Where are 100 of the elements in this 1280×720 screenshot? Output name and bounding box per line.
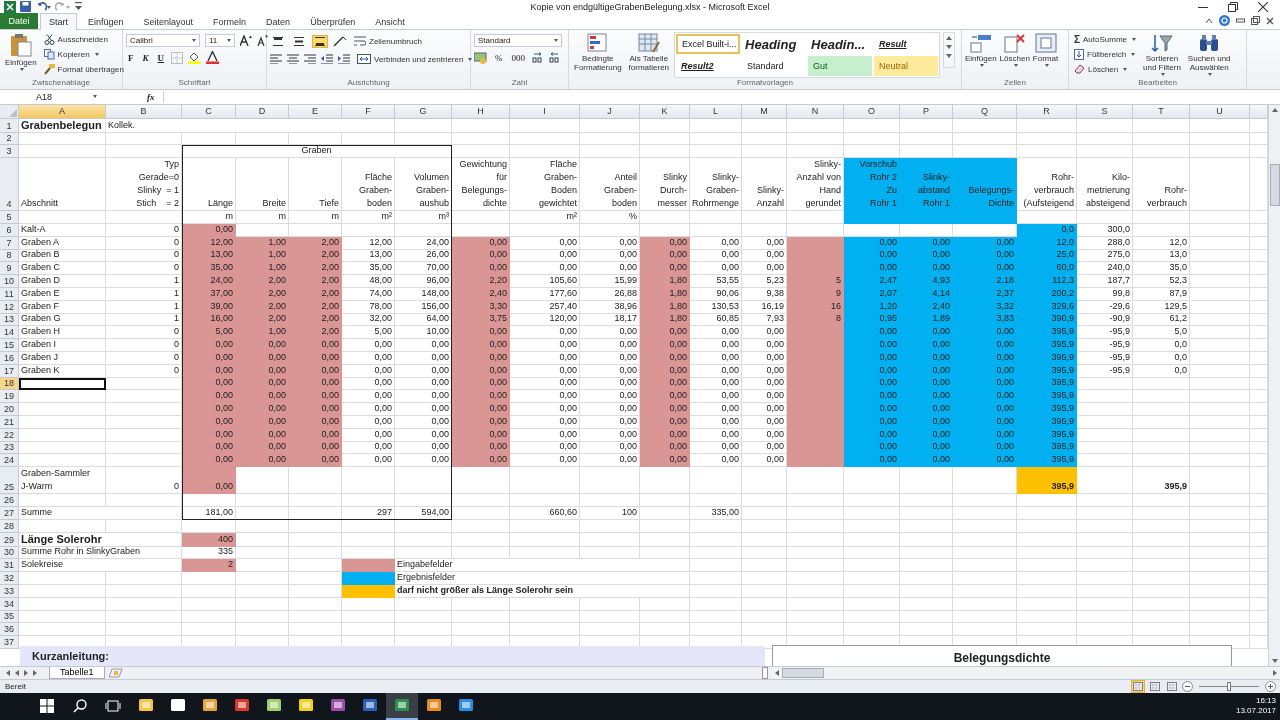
table-cell: 35,00 [182,262,236,276]
cell-style-item[interactable]: Excel Built-i... [676,34,741,55]
table-cell: Graben C [19,262,106,276]
table-cell: 2 [182,559,236,573]
row-header[interactable]: 11 [0,288,19,301]
name-box[interactable]: A18 [0,90,100,103]
table-cell: 0,00 [953,403,1017,416]
format-as-table-button[interactable]: Als Tabelle formatieren [626,32,672,74]
text-box[interactable]: Kurzanleitung: [20,645,765,666]
cell-style-item[interactable]: Neutral [874,56,939,77]
copy-button[interactable]: Kopieren [41,47,126,62]
row-header[interactable]: 20 [0,403,19,416]
cut-button[interactable]: Ausschneiden [41,32,126,47]
table-cell: 300,0 [1077,224,1133,237]
chart-frame[interactable]: Belegungsdichte [772,644,1232,666]
row-header[interactable]: 32 [0,572,19,585]
row-header[interactable]: 31 [0,559,19,573]
format-painter-button[interactable]: Format übertragen [41,62,126,77]
conditional-formatting-button[interactable]: Bedingte Formatierung [572,32,624,74]
table-cell: 0,00 [844,326,900,340]
table-cell: 129,5 [1133,300,1190,314]
table-cell: 0,00 [690,364,742,378]
row-header[interactable]: 26 [0,494,19,507]
row-header[interactable]: 37 [0,636,19,649]
row-header[interactable]: 9 [0,262,19,276]
autosum-button[interactable]: Σ AutoSumme [1072,32,1139,47]
cell-style-item[interactable]: Gut [808,56,873,77]
row-header[interactable]: 14 [0,326,19,340]
table-cell: 0,00 [342,428,395,442]
file-tab[interactable]: Datei [0,13,38,30]
cell-style-item[interactable]: Standard [742,56,807,77]
table-cell: 0,00 [510,390,580,404]
fill-button[interactable]: Füllbereich [1072,47,1139,62]
ribbon-tab[interactable]: Formeln [204,13,256,30]
find-select-button[interactable]: Suchen und Auswählen [1185,32,1233,78]
paste-button[interactable]: Einfügen [3,32,39,73]
clear-button[interactable]: Löschen [1072,62,1139,77]
table-cell: m [236,211,289,224]
merge-center-button[interactable]: Verbinden und zentrieren [355,52,475,67]
row-header[interactable]: 3 [0,145,19,159]
table-cell: Graben [182,145,452,159]
table-cell: 0 [106,467,182,495]
sort-filter-button[interactable]: Sortieren und Filtern [1141,32,1183,78]
delete-cells-button[interactable]: Löschen [999,32,1030,69]
italic-button[interactable]: K [140,51,151,65]
ribbon-tab[interactable]: Daten [257,13,300,30]
row-header[interactable]: 25 [0,467,19,495]
table-cell: 60,0 [1017,262,1077,276]
row-header[interactable]: 6 [0,224,19,237]
table-cell: 0 [106,352,182,365]
table-cell: Graben J [19,352,106,365]
percent-button[interactable]: % [493,51,505,65]
row-header[interactable]: 24 [0,454,19,468]
sheet-tab[interactable]: Tabelle1 [49,666,105,679]
group-label: Zwischenablage [31,78,91,90]
table-cell: Vorschub Rohr 2 Zu Rohr 1 [844,158,900,212]
row-header[interactable]: 15 [0,339,19,352]
table-cell: 0,0 [1133,364,1190,378]
row-header[interactable]: 19 [0,390,19,404]
format-cells-button[interactable]: Format [1032,32,1059,69]
table-cell: 0,00 [236,403,289,416]
table-cell: 0,00 [690,377,742,391]
row-header[interactable]: 4 [0,158,19,212]
cell-style-item[interactable]: Heading [742,34,807,55]
ribbon-tab[interactable]: Seitenlayout [134,13,203,30]
table-cell: 335,00 [690,506,742,520]
thousands-separator-button[interactable]: 000 [509,51,527,65]
font-size-field[interactable]: 11 [205,34,235,48]
table-cell: 0,00 [844,390,900,404]
table-cell: 32,00 [342,313,395,327]
table-cell: 0 [106,326,182,340]
table-cell: 12,00 [342,236,395,250]
cell-style-item[interactable]: Result2 [676,56,741,77]
underline-button[interactable]: U [155,51,166,65]
number-format-field[interactable]: Standard [474,34,562,48]
table-cell: Solekreise [19,559,182,573]
row-header[interactable]: 10 [0,275,19,288]
table-cell: 0,00 [289,339,342,352]
table-cell: 0 [106,249,182,263]
wrap-text-button[interactable]: Zeilenumbruch [352,34,424,49]
table-cell: 0 [106,262,182,276]
row-header[interactable]: 36 [0,623,19,637]
insert-cells-button[interactable]: Einfügen [965,32,997,69]
table-cell: 0,00 [452,454,510,468]
table-cell: 0,00 [640,339,690,352]
table-cell: -90,9 [1077,313,1133,327]
table-cell: Länge Solerohr [19,532,182,547]
group-label: Formatvorlagen [736,78,794,90]
cell-style-item[interactable]: Headin... [808,34,873,55]
cell-style-item[interactable]: Result [874,34,939,55]
font-family-field[interactable]: Calibri [126,34,200,48]
bold-button[interactable]: F [126,51,136,65]
row-header[interactable]: 5 [0,211,19,224]
table-cell: 24,00 [182,275,236,288]
ribbon-tab[interactable]: Einfügen [79,13,133,30]
table-cell: Graben B [19,249,106,263]
insert-function-button[interactable]: fx [147,91,155,102]
ribbon-tab[interactable]: Überprüfen [301,13,365,30]
ribbon-tab[interactable]: Ansicht [366,13,414,30]
ribbon-tab[interactable]: Start [40,13,77,31]
